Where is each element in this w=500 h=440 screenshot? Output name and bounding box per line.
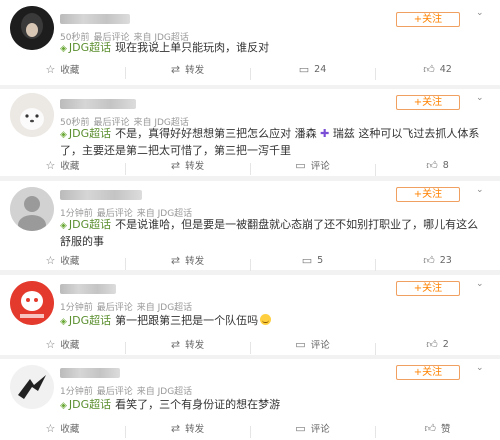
follow-button[interactable]: +关注 [396, 95, 460, 110]
username-blurred[interactable] [60, 284, 116, 294]
username-blurred[interactable] [60, 368, 120, 378]
comment-button[interactable]: ▭ 评论 [250, 337, 375, 354]
follow-button[interactable]: +关注 [396, 187, 460, 202]
comment-icon: ▭ [295, 158, 306, 172]
diamond-icon: ◈ [60, 130, 67, 140]
like-button[interactable]: 👍︎ 2 [375, 337, 500, 355]
post-meta: 1分钟前 最后评论 来自 JDG超话 [60, 384, 196, 397]
post-2: 50秒前 最后评论 来自 JDG超话 +关注 ⌄ ◈ JDG超话 不是，真得好好想想第三… [0, 89, 500, 176]
topic-tag[interactable]: ◈ JDG超话 [60, 127, 111, 140]
topic-tag[interactable]: ◈ JDG超话 [60, 41, 111, 54]
diamond-icon: ◈ [60, 401, 67, 411]
post-text: 看笑了，三个有身份证的想在梦游 [115, 398, 281, 411]
post-source[interactable]: 来自 JDG超话 [137, 303, 192, 313]
post-text: 现在我说上单只能玩肉，谁反对 [115, 41, 270, 54]
post-content: ◈ JDG超话 现在我说上单只能玩肉，谁反对 [60, 40, 480, 57]
repost-button[interactable]: ⇄ 转发 [125, 253, 250, 270]
username-blurred[interactable] [60, 99, 136, 109]
repost-button[interactable]: ⇄ 转发 [125, 337, 250, 354]
username-blurred[interactable] [60, 14, 130, 24]
chevron-down-icon[interactable]: ⌄ [476, 363, 484, 373]
post-text: 不是说谁哈，但是要是一被翻盘就心态崩了还不如别打职业了，哪儿有这么舒服的事 [60, 218, 479, 248]
edited-label: 最后评论 [96, 303, 133, 313]
comment-icon: ▭ [301, 253, 313, 267]
thumb-up-icon: 👍︎ [426, 158, 438, 172]
post-time: 1分钟前 [60, 303, 93, 313]
star-icon: ☆ [45, 421, 56, 435]
star-icon: ☆ [45, 337, 56, 351]
comment-button[interactable]: ▭ 评论 [250, 158, 375, 175]
repost-icon: ⇄ [170, 253, 181, 267]
post-source[interactable]: 来自 JDG超话 [137, 387, 192, 397]
diamond-icon: ◈ [60, 221, 67, 231]
diamond-icon: ◈ [60, 317, 67, 327]
repost-button[interactable]: ⇄ 转发 [125, 421, 250, 438]
like-button[interactable]: 👍︎ 8 [375, 158, 500, 176]
post-content: ◈ JDG超话 不是说谁哈，但是要是一被翻盘就心态崩了还不如别打职业了，哪儿有这么舒… [60, 217, 480, 250]
action-bar: ☆ 收藏 ⇄ 转发 ▭ 评论 👍︎ 赞 [0, 417, 500, 439]
avatar[interactable] [10, 6, 54, 50]
favorite-button[interactable]: ☆ 收藏 [0, 421, 125, 436]
action-bar: ☆ 收藏 ⇄ 转发 ▭ 5 👍︎ 23 [0, 249, 500, 271]
favorite-button[interactable]: ☆ 收藏 [0, 62, 125, 77]
repost-icon: ⇄ [170, 337, 181, 351]
post-1: 50秒前 最后评论 来自 JDG超话 +关注 ⌄ ◈ JDG超话 现在我说上单只能玩肉，… [0, 0, 500, 85]
topic-tag[interactable]: ◈ JDG超话 [60, 314, 111, 327]
star-icon: ☆ [45, 62, 56, 76]
repost-icon: ⇄ [170, 62, 181, 76]
favorite-button[interactable]: ☆ 收藏 [0, 253, 125, 268]
post-3: 1分钟前 最后评论 来自 JDG超话 +关注 ⌄ ◈ JDG超话 不是说谁哈，但是要是一… [0, 181, 500, 271]
comment-button[interactable]: ▭ 5 [250, 253, 375, 271]
thumb-up-icon: 👍︎ [426, 337, 438, 351]
username-blurred[interactable] [60, 190, 142, 200]
post-time: 1分钟前 [60, 387, 93, 397]
chevron-down-icon[interactable]: ⌄ [476, 93, 484, 103]
repost-button[interactable]: ⇄ 转发 [125, 158, 250, 175]
avatar[interactable] [10, 365, 54, 409]
post-content: ◈ JDG超话 看笑了，三个有身份证的想在梦游 [60, 397, 480, 414]
chevron-down-icon[interactable]: ⌄ [476, 8, 484, 18]
topic-tag[interactable]: ◈ JDG超话 [60, 218, 111, 231]
like-button[interactable]: 👍︎ 23 [375, 253, 500, 271]
post-text: 第一把跟第三把是一个队伍吗 [115, 314, 259, 327]
plus-icon: ✚ [320, 127, 330, 140]
post-text-part-1: 不是，真得好好想想第三把怎么应对 潘森 [115, 127, 317, 140]
like-button[interactable]: 👍︎ 赞 [375, 421, 500, 438]
star-icon: ☆ [45, 253, 56, 267]
post-meta: 1分钟前 最后评论 来自 JDG超话 [60, 300, 196, 313]
comment-button[interactable]: ▭ 24 [250, 62, 375, 80]
diamond-icon: ◈ [60, 44, 67, 54]
thumb-up-icon: 👍︎ [423, 253, 435, 267]
laughing-emoji-icon [260, 314, 272, 325]
post-5: 1分钟前 最后评论 来自 JDG超话 +关注 ⌄ ◈ JDG超话 看笑了，三个有身份证的… [0, 359, 500, 440]
follow-button[interactable]: +关注 [396, 365, 460, 380]
topic-tag[interactable]: ◈ JDG超话 [60, 398, 111, 411]
chevron-down-icon[interactable]: ⌄ [476, 185, 484, 195]
thumb-up-icon: 👍︎ [423, 62, 435, 76]
edited-label: 最后评论 [96, 387, 133, 397]
avatar[interactable] [10, 187, 54, 231]
like-button[interactable]: 👍︎ 42 [375, 62, 500, 80]
comment-button[interactable]: ▭ 评论 [250, 421, 375, 438]
thumb-up-icon: 👍︎ [424, 421, 436, 435]
avatar[interactable] [10, 93, 54, 137]
repost-icon: ⇄ [170, 158, 181, 172]
avatar[interactable] [10, 281, 54, 325]
comment-icon: ▭ [298, 62, 310, 76]
comment-icon: ▭ [295, 421, 306, 435]
action-bar: ☆ 收藏 ⇄ 转发 ▭ 评论 👍︎ 8 [0, 154, 500, 176]
repost-button[interactable]: ⇄ 转发 [125, 62, 250, 79]
post-content: ◈ JDG超话 第一把跟第三把是一个队伍吗 [60, 313, 480, 330]
action-bar: ☆ 收藏 ⇄ 转发 ▭ 评论 👍︎ 2 [0, 333, 500, 355]
favorite-button[interactable]: ☆ 收藏 [0, 337, 125, 352]
post-4: 1分钟前 最后评论 来自 JDG超话 +关注 ⌄ ◈ JDG超话 第一把跟第三把是一个队… [0, 275, 500, 355]
follow-button[interactable]: +关注 [396, 281, 460, 296]
favorite-button[interactable]: ☆ 收藏 [0, 158, 125, 173]
comment-icon: ▭ [295, 337, 306, 351]
follow-button[interactable]: +关注 [396, 12, 460, 27]
action-bar: ☆ 收藏 ⇄ 转发 ▭ 24 👍︎ 42 [0, 58, 500, 80]
chevron-down-icon[interactable]: ⌄ [476, 279, 484, 289]
star-icon: ☆ [45, 158, 56, 172]
repost-icon: ⇄ [170, 421, 181, 435]
